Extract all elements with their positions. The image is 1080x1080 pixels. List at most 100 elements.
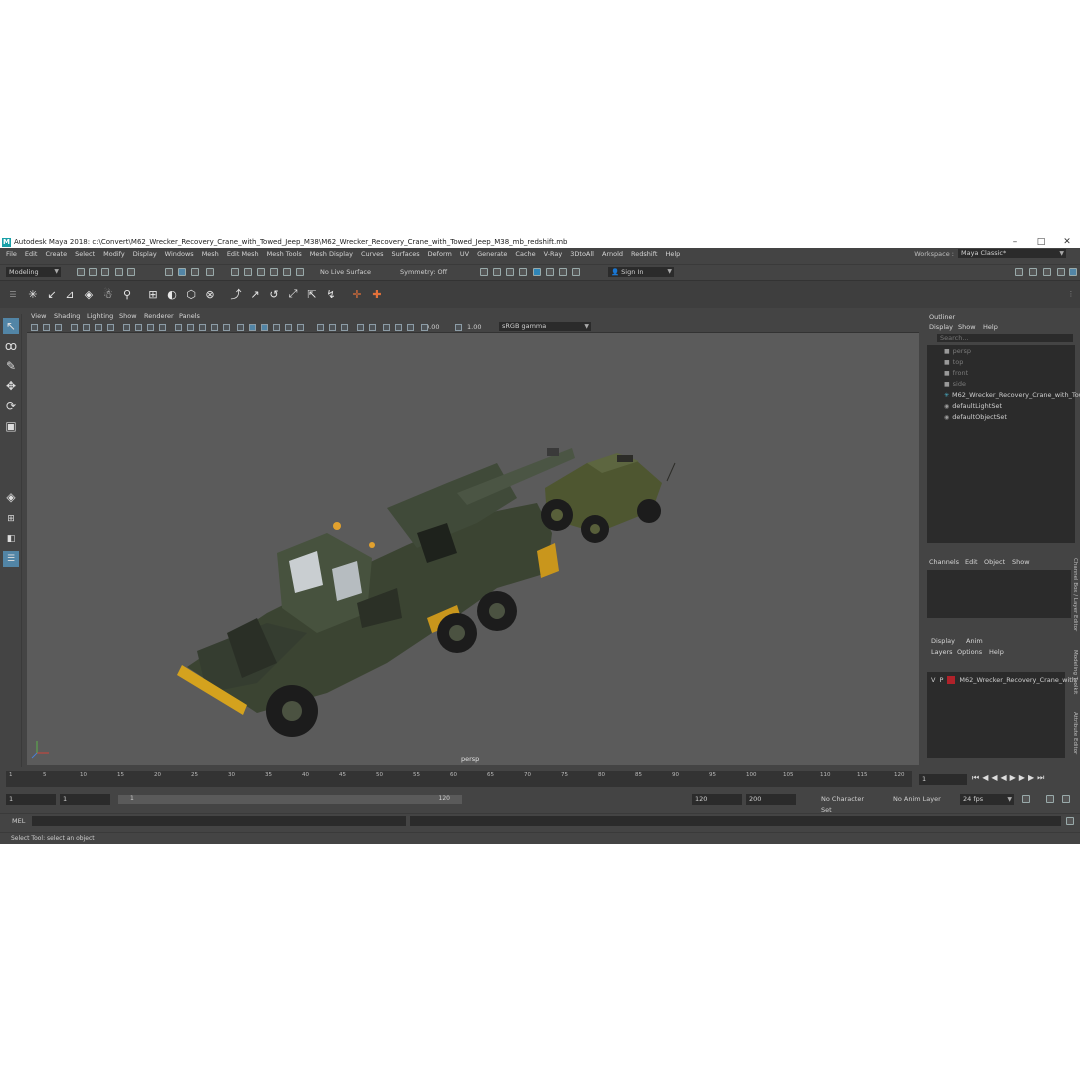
menu-curves[interactable]: Curves bbox=[361, 250, 384, 258]
outliner-menu-show[interactable]: Show bbox=[958, 323, 976, 331]
menu-arnold[interactable]: Arnold bbox=[602, 250, 623, 258]
viewport-menu-show[interactable]: Show bbox=[119, 312, 137, 320]
viewport-tool-icon[interactable] bbox=[55, 324, 62, 331]
outliner-search-input[interactable]: Search... bbox=[937, 334, 1073, 342]
viewport-tool-icon[interactable] bbox=[135, 324, 142, 331]
viewport-tool-icon[interactable] bbox=[107, 324, 114, 331]
menu-help[interactable]: Help bbox=[665, 250, 680, 258]
redo-icon[interactable] bbox=[127, 268, 135, 276]
workspace-dropdown[interactable]: Maya Classic* ▼ bbox=[958, 249, 1066, 258]
last-tool-icon[interactable]: ◈ bbox=[3, 489, 19, 505]
menu-create[interactable]: Create bbox=[45, 250, 67, 258]
layer-menu-help[interactable]: Help bbox=[989, 648, 1004, 656]
outliner-item[interactable]: ◉ defaultLightSet bbox=[944, 402, 1002, 410]
menu-generate[interactable]: Generate bbox=[477, 250, 507, 258]
modeling-toolkit-icon[interactable] bbox=[1015, 268, 1023, 276]
channel-box-menu-object[interactable]: Object bbox=[984, 558, 1005, 566]
pause-render-icon[interactable] bbox=[572, 268, 580, 276]
viewport-tool-icon[interactable] bbox=[407, 324, 414, 331]
menu-uv[interactable]: UV bbox=[460, 250, 469, 258]
symmetry-field[interactable]: Symmetry: Off bbox=[397, 267, 455, 277]
menu-display[interactable]: Display bbox=[133, 250, 157, 258]
end-time-field[interactable]: 200 bbox=[746, 794, 796, 805]
viewport-tool-icon[interactable] bbox=[395, 324, 402, 331]
move-tool-icon[interactable]: ✥ bbox=[3, 378, 19, 394]
viewport-tool-icon[interactable] bbox=[43, 324, 50, 331]
outliner-item[interactable]: ✳ M62_Wrecker_Recovery_Crane_with_Tow bbox=[944, 391, 1080, 399]
anim-prefs-icon[interactable] bbox=[1062, 795, 1070, 803]
render-view-icon[interactable] bbox=[546, 268, 554, 276]
color-space-dropdown[interactable]: sRGB gamma ▼ bbox=[499, 322, 591, 331]
lock-selection-icon[interactable] bbox=[206, 268, 214, 276]
viewport-tool-icon[interactable] bbox=[369, 324, 376, 331]
menuset-dropdown[interactable]: Modeling ▼ bbox=[6, 267, 61, 277]
humanik-icon[interactable]: ☃ bbox=[101, 287, 115, 301]
layout-single-icon[interactable]: ⊞ bbox=[3, 511, 19, 527]
menu-surfaces[interactable]: Surfaces bbox=[392, 250, 420, 258]
viewport-tool-icon[interactable] bbox=[237, 324, 244, 331]
viewport-tool-icon[interactable] bbox=[329, 324, 336, 331]
render-frame-icon[interactable] bbox=[480, 268, 488, 276]
start-time-field[interactable]: 1 bbox=[6, 794, 56, 805]
layer-tab-anim[interactable]: Anim bbox=[966, 637, 983, 645]
outliner-item[interactable]: ◉ defaultObjectSet bbox=[944, 413, 1007, 421]
tool-settings-toggle-icon[interactable] bbox=[1043, 268, 1051, 276]
viewport-tool-icon[interactable] bbox=[249, 324, 256, 331]
scale-tool-icon[interactable]: ▣ bbox=[3, 418, 19, 434]
viewport-tool-icon[interactable] bbox=[199, 324, 206, 331]
menu-mesh[interactable]: Mesh bbox=[202, 250, 219, 258]
viewport-tool-icon[interactable] bbox=[187, 324, 194, 331]
menu-edit[interactable]: Edit bbox=[25, 250, 38, 258]
range-bar[interactable]: 1 120 bbox=[118, 795, 462, 804]
locator-add-icon[interactable]: ✚ bbox=[370, 287, 384, 301]
outliner-item[interactable]: ■ side bbox=[944, 380, 966, 388]
menu-v-ray[interactable]: V-Ray bbox=[544, 250, 563, 258]
constraint-point-icon[interactable]: ⤴ bbox=[229, 287, 243, 301]
tab-modeling-toolkit[interactable]: Modeling Toolkit bbox=[1072, 650, 1078, 694]
viewport-tool-icon[interactable] bbox=[147, 324, 154, 331]
outliner-item[interactable]: ■ persp bbox=[944, 347, 971, 355]
wrap-deformer-icon[interactable]: ⬡ bbox=[184, 287, 198, 301]
tab-channel-box[interactable]: Channel Box / Layer Editor bbox=[1072, 558, 1078, 631]
menu-cache[interactable]: Cache bbox=[515, 250, 535, 258]
layer-visibility-toggle[interactable]: V bbox=[931, 676, 935, 684]
menu-modify[interactable]: Modify bbox=[103, 250, 125, 258]
viewport-tool-icon[interactable] bbox=[223, 324, 230, 331]
menu-file[interactable]: File bbox=[6, 250, 17, 258]
menu-deform[interactable]: Deform bbox=[428, 250, 452, 258]
snap-surface-icon[interactable] bbox=[283, 268, 291, 276]
lattice-icon[interactable]: ⊞ bbox=[146, 287, 160, 301]
blend-shape-icon[interactable]: ⊗ bbox=[203, 287, 217, 301]
channel-box-menu-channels[interactable]: Channels bbox=[929, 558, 959, 566]
viewport-tool-icon[interactable] bbox=[95, 324, 102, 331]
ik-spline-icon[interactable]: ⊿ bbox=[63, 287, 77, 301]
ik-handle-icon[interactable]: ↙ bbox=[45, 287, 59, 301]
close-button[interactable]: ✕ bbox=[1054, 236, 1080, 248]
viewport-tool-icon[interactable] bbox=[297, 324, 304, 331]
lasso-tool-icon[interactable]: ꝏ bbox=[3, 338, 19, 354]
menu-edit-mesh[interactable]: Edit Mesh bbox=[227, 250, 259, 258]
auto-key-icon[interactable] bbox=[1046, 795, 1054, 803]
snap-curve-icon[interactable] bbox=[244, 268, 252, 276]
command-input[interactable] bbox=[32, 816, 406, 826]
menu-redshift[interactable]: Redshift bbox=[631, 250, 657, 258]
viewport-tool-icon[interactable] bbox=[273, 324, 280, 331]
viewport-tool-icon[interactable] bbox=[211, 324, 218, 331]
undo-icon[interactable] bbox=[115, 268, 123, 276]
render-sequence-icon[interactable] bbox=[493, 268, 501, 276]
viewport-tool-icon[interactable] bbox=[159, 324, 166, 331]
layer-menu-options[interactable]: Options bbox=[957, 648, 982, 656]
joint-tool-icon[interactable]: ✳ bbox=[26, 287, 40, 301]
rotate-tool-icon[interactable]: ⟳ bbox=[3, 398, 19, 414]
save-scene-icon[interactable] bbox=[101, 268, 109, 276]
layer-row[interactable]: V P M62_Wrecker_Recovery_Crane_with bbox=[931, 676, 1076, 684]
channel-box-toggle-icon[interactable] bbox=[1057, 268, 1065, 276]
fps-dropdown[interactable]: 24 fps ▼ bbox=[960, 794, 1014, 805]
paint-select-icon[interactable]: ✎ bbox=[3, 358, 19, 374]
select-object-icon[interactable] bbox=[178, 268, 186, 276]
viewport-menu-lighting[interactable]: Lighting bbox=[87, 312, 113, 320]
layer-tab-display[interactable]: Display bbox=[931, 637, 955, 645]
attribute-editor-toggle-icon[interactable] bbox=[1029, 268, 1037, 276]
maximize-button[interactable]: □ bbox=[1028, 236, 1054, 248]
open-scene-icon[interactable] bbox=[89, 268, 97, 276]
